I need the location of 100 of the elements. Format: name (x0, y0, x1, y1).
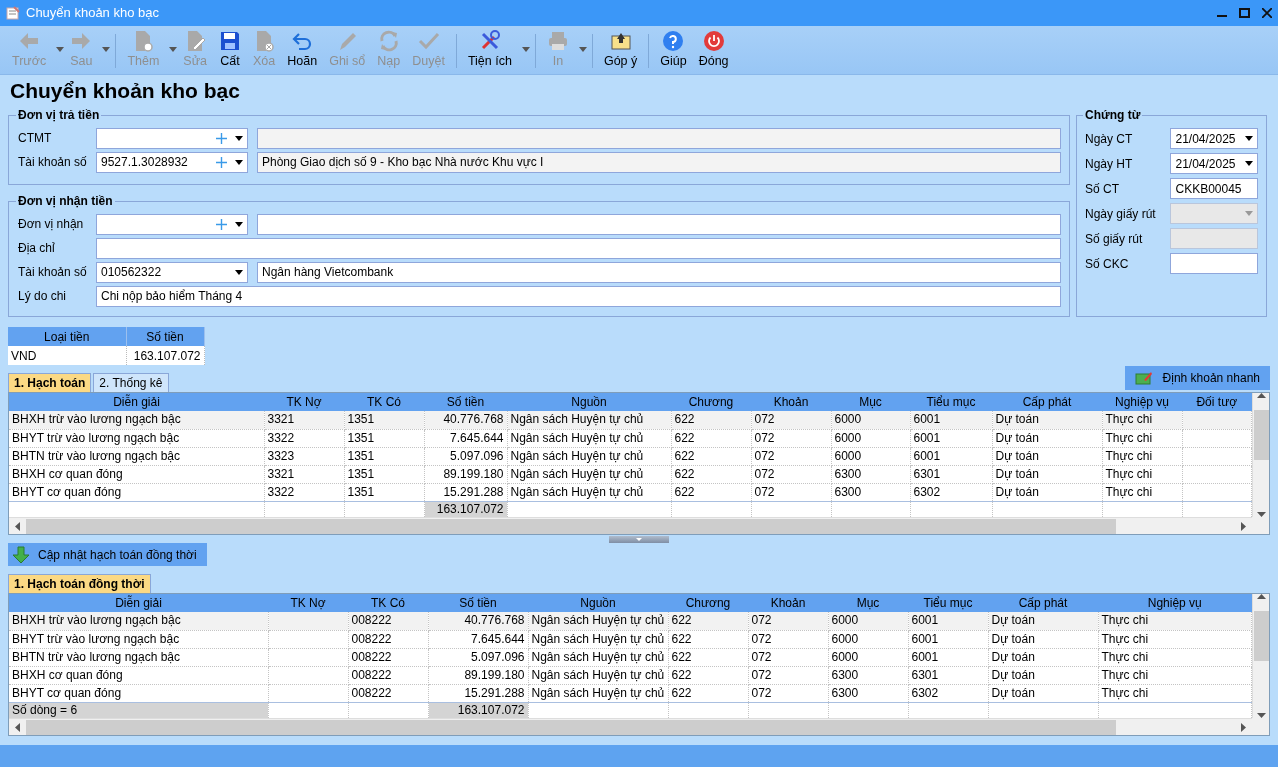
column-header: Mục (828, 594, 908, 612)
toolbar-button[interactable]: Cất (213, 30, 248, 69)
horizontal-scrollbar[interactable] (9, 517, 1252, 534)
table-cell: 163.107.072 (126, 346, 204, 365)
table-cell: 622 (668, 666, 748, 684)
table-cell: 6001 (910, 429, 992, 447)
table-cell: 40.776.768 (428, 612, 528, 630)
tab[interactable]: 2. Thống kê (93, 373, 169, 392)
combo-box[interactable]: 010562322 (96, 261, 248, 283)
help-icon (662, 30, 685, 52)
toolbar-button[interactable]: Giúp (654, 30, 693, 69)
input-field[interactable]: CKKB00045 (1170, 178, 1258, 199)
scroll-thumb[interactable] (26, 719, 1116, 735)
table-cell: 3321 (264, 465, 344, 483)
table-cell: 3322 (264, 429, 344, 447)
table-cell: Ngân sách Huyện tự chủ (507, 429, 671, 447)
scroll-right-icon[interactable] (1241, 722, 1246, 732)
combo-box[interactable] (96, 127, 248, 149)
table-cell: Dự toán (988, 666, 1098, 684)
date-picker[interactable]: 21/04/2025 (1170, 128, 1258, 149)
horizontal-scrollbar[interactable] (9, 718, 1252, 735)
card-pencil-icon (1134, 371, 1153, 385)
app-icon (6, 6, 20, 20)
scroll-thumb[interactable] (1253, 410, 1269, 460)
table-cell: Dự toán (992, 483, 1102, 501)
input-field[interactable]: Ngân hàng Vietcombank (257, 261, 1061, 283)
arrow-down-icon (12, 545, 30, 564)
input-field[interactable]: Phòng Giao dịch số 9 - Kho bạc Nhà nước Khu vực I (257, 151, 1061, 173)
column-header: Tiểu mục (908, 594, 988, 612)
vertical-scrollbar[interactable] (1252, 393, 1269, 517)
table-cell: 3322 (264, 483, 344, 501)
table-cell: Ngân sách Huyện tự chủ (507, 465, 671, 483)
table-cell: Ngân sách Huyện tự chủ (528, 630, 668, 648)
input-field[interactable] (1170, 253, 1258, 274)
table-cell: 1351 (344, 465, 424, 483)
table-cell: Dự toán (988, 630, 1098, 648)
table-cell: 008222 (348, 666, 428, 684)
column-header: Cấp phát (988, 594, 1098, 612)
update-button[interactable]: Cập nhật hạch toán đồng thời (8, 543, 207, 566)
table-cell: 7.645.644 (424, 429, 507, 447)
caret-icon (235, 159, 243, 165)
table-cell: BHYT trừ vào lương ngạch bậc (9, 429, 264, 447)
column-header: TK Có (344, 393, 424, 411)
toolbar-button[interactable]: Đóng (692, 30, 735, 69)
column-header: Loại tiền (8, 327, 126, 346)
table-cell: 40.776.768 (424, 411, 507, 429)
scroll-up-icon[interactable] (1256, 594, 1266, 599)
column-header: Cấp phát (992, 393, 1102, 411)
table-cell: Dự toán (988, 648, 1098, 666)
power-icon (702, 30, 725, 52)
table-cell: 072 (748, 630, 828, 648)
vertical-scrollbar[interactable] (1252, 594, 1269, 718)
table-cell: 072 (751, 483, 831, 501)
scroll-left-icon[interactable] (15, 722, 20, 732)
scroll-left-icon[interactable] (15, 521, 20, 531)
input-field[interactable] (257, 213, 1061, 235)
input-field[interactable]: Chi nộp bảo hiểm Tháng 4 (96, 285, 1061, 307)
table-cell: 6301 (908, 666, 988, 684)
date-picker[interactable]: 21/04/2025 (1170, 153, 1258, 174)
page-heading: Chuyển khoản kho bạc (10, 78, 241, 104)
table-cell: 622 (668, 630, 748, 648)
table-cell: Thực chi (1098, 666, 1252, 684)
input-field[interactable] (96, 237, 1061, 259)
table-cell: 6000 (831, 429, 910, 447)
table-cell: Thực chi (1098, 612, 1252, 630)
tab[interactable]: 1. Hạch toán (8, 373, 92, 392)
table-cell: 1351 (344, 411, 424, 429)
toolbar-button[interactable]: Hoãn (281, 30, 324, 69)
column-header: Nguồn (507, 393, 671, 411)
close-icon[interactable] (1262, 8, 1272, 18)
scroll-thumb[interactable] (26, 518, 1116, 534)
maximize-icon[interactable] (1239, 8, 1250, 18)
combo-box[interactable]: 9527.1.3028932 (96, 151, 248, 173)
column-header: Mục (831, 393, 910, 411)
table-cell: 5.097.096 (428, 648, 528, 666)
table-cell: 072 (748, 648, 828, 666)
scroll-thumb[interactable] (1253, 611, 1269, 661)
caret-icon (636, 538, 642, 541)
table-cell: 5.097.096 (424, 447, 507, 465)
field-label: Số CKC (1085, 255, 1130, 273)
scroll-right-icon[interactable] (1241, 521, 1246, 531)
table-cell: 008222 (348, 612, 428, 630)
scroll-up-icon[interactable] (1256, 393, 1266, 398)
splitter-handle[interactable] (609, 536, 669, 543)
input-field[interactable] (257, 127, 1061, 149)
toolbar-button[interactable]: Tiện ích (461, 30, 518, 69)
table-cell: 6302 (908, 684, 988, 702)
group-title: Đơn vị nhận tiền (17, 194, 114, 208)
toolbar-button[interactable]: Góp ý (597, 30, 644, 69)
column-header: Tiểu mục (910, 393, 992, 411)
combo-box[interactable] (96, 213, 248, 235)
table-cell: Thực chi (1102, 429, 1182, 447)
quick-entry-button[interactable]: Định khoản nhanh (1124, 366, 1270, 390)
table-cell: Thực chi (1098, 630, 1252, 648)
table-cell: 6000 (831, 447, 910, 465)
table-cell: 1351 (344, 447, 424, 465)
tab[interactable]: 1. Hạch toán đồng thời (8, 574, 151, 593)
table-cell: 622 (671, 411, 751, 429)
caret-icon (1245, 211, 1253, 216)
checkmark-icon (417, 30, 440, 52)
